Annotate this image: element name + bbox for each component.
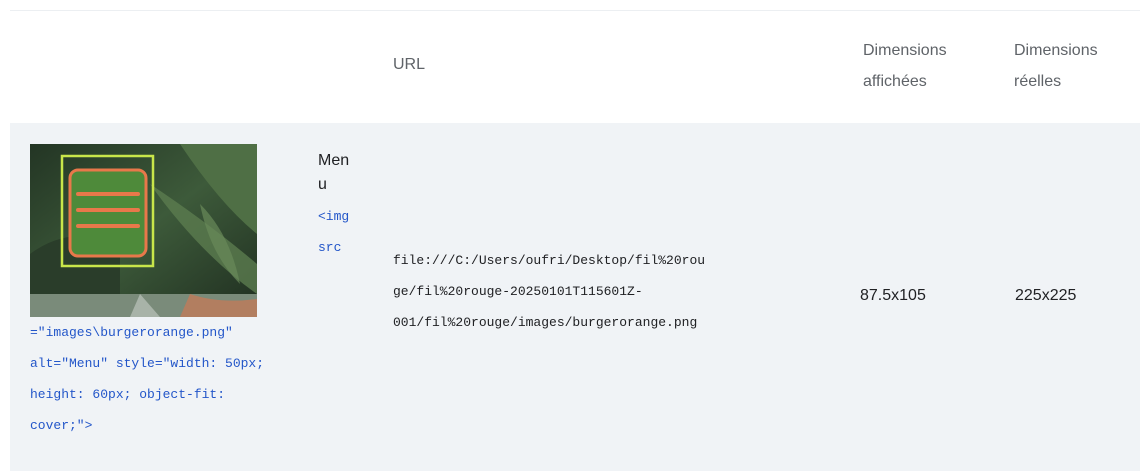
url-line-3: 001/fil%20rouge/images/burgerorange.png: [393, 315, 698, 330]
header-displayed-dimensions: Dimensions affichées: [863, 35, 983, 97]
burger-menu-thumbnail[interactable]: [30, 144, 257, 317]
img-tag-start: <img src: [318, 209, 350, 255]
img-tag-line-1: ="images\burgerorange.png": [30, 325, 233, 340]
header-real-line-1: Dimensions: [1014, 42, 1098, 59]
img-tag-line-3: height: 60px; object-fit:: [30, 387, 226, 402]
url-line-1: file:///C:/Users/oufri/Desktop/fil%20rou: [393, 253, 706, 268]
img-tag-line-4: cover;">: [30, 418, 93, 433]
header-real-line-2: réelles: [1014, 73, 1062, 90]
img-tag-attributes: ="images\burgerorange.png" alt="Menu" st…: [30, 317, 360, 441]
header-displayed-line-2: affichées: [863, 73, 927, 90]
image-audit-table: URL Dimensions affichées Dimensions réel…: [10, 10, 1140, 471]
displayed-dimensions-value: 87.5x105: [860, 287, 926, 304]
burger-menu-image-icon: [30, 144, 257, 317]
table-header-row: URL Dimensions affichées Dimensions réel…: [10, 10, 1140, 123]
image-alt-label: Menu: [318, 152, 350, 193]
table-row[interactable]: Menu <img src ="images\burgerorange.png"…: [10, 123, 1140, 471]
header-displayed-line-1: Dimensions: [863, 42, 947, 59]
header-real-dimensions: Dimensions réelles: [1014, 35, 1134, 97]
real-dimensions-value: 225x225: [1015, 287, 1077, 304]
img-tag-line-2: alt="Menu" style="width: 50px;: [30, 356, 265, 371]
url-line-2: ge/fil%20rouge-20250101T115601Z-: [393, 284, 643, 299]
header-url: URL: [393, 56, 426, 73]
image-url[interactable]: file:///C:/Users/oufri/Desktop/fil%20rou…: [393, 245, 843, 338]
